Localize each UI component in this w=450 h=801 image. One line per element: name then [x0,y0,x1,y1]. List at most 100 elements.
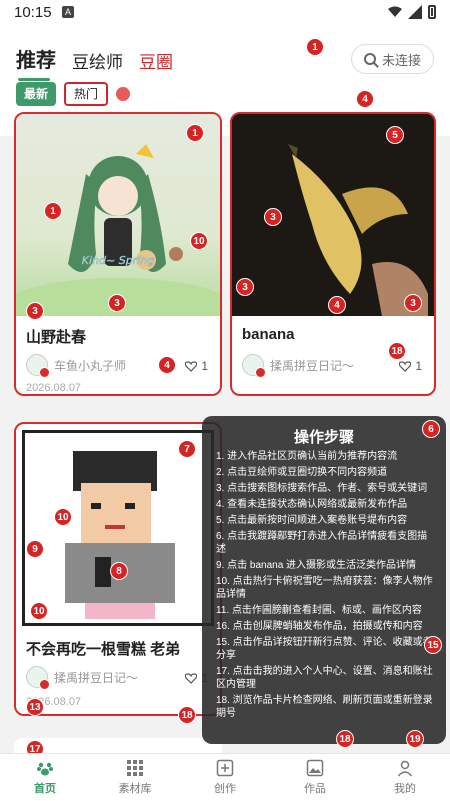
heart-icon [399,360,412,372]
annotation-badge: 5 [386,126,404,144]
grid-icon [127,760,143,776]
search-button[interactable]: 未连接 [350,44,434,74]
channel-tabs: 推荐 豆绘师 豆圈 [16,44,173,81]
like-count: 1 [415,359,422,373]
filter-hot[interactable]: 热门 [64,82,109,106]
annotation-badge: 6 [422,420,440,438]
annotation-badge: 15 [424,636,442,654]
bottom-nav: 首页 素材库 创作 作品 我的 [0,753,450,801]
annotation-badge: 4 [328,296,346,314]
annotation-badge: 7 [178,440,196,458]
paw-icon [37,762,53,776]
post-image[interactable] [22,430,214,626]
annotation-badge: 19 [406,730,424,748]
step-item: 1. 进入作品社区页确认当前为推荐内容流 [216,451,398,462]
post-card[interactable]: Kind~ Spring 山野赴春 车鱼小丸子师 1 2026.08.07 [14,112,222,396]
like-button[interactable]: 1 [399,359,422,373]
annotation-badge: 18 [336,730,354,748]
steps-list: 1. 进入作品社区页确认当前为推荐内容流 2. 点击豆绘师或豆圈切换不同内容频道… [216,450,434,723]
steps-overlay: 操作步骤 1. 进入作品社区页确认当前为推荐内容流 2. 点击豆绘师或豆圈切换不… [202,416,446,744]
annotation-badge: 3 [26,302,44,320]
post-title[interactable]: banana [242,326,295,343]
tab-recommend[interactable]: 推荐 [16,44,56,81]
annotation-badge: 3 [404,294,422,312]
person-icon [397,760,413,777]
step-item: 3. 点击搜索图标搜索作品、作者、索号或关键词 [216,483,428,494]
post-title[interactable]: 不会再吃一根雪糕 老弟 [26,638,180,659]
pixel-boy-illustration [65,451,175,619]
sort-filters: 最新 热门 [16,82,131,106]
nav-home[interactable]: 首页 [0,754,90,801]
step-item: 2. 点击豆绘师或豆圈切换不同内容频道 [216,467,388,478]
battery-icon [428,5,436,19]
wifi-icon [388,6,402,17]
notification-icon: A [62,6,74,18]
author-name: 揉禹拼豆日记〜 [270,358,355,373]
post-image[interactable] [232,114,434,316]
status-bar: 10:15 A [0,0,450,26]
plus-square-icon [216,759,234,777]
nav-label: 创作 [214,783,236,795]
annotation-badge: 10 [190,232,208,250]
annotation-badge: 4 [158,356,176,374]
status-time: 10:15 [14,4,52,21]
post-author[interactable]: 车鱼小丸子师 [26,354,127,378]
step-item: 18. 浏览作品卡片检查网络、刷新页面或重新登录期号 [216,695,433,719]
post-author[interactable]: 揉禹拼豆日记〜 [26,666,139,690]
annotation-badge: 1 [186,124,204,142]
post-author[interactable]: 揉禹拼豆日记〜 [242,354,355,378]
nav-label: 我的 [394,783,416,795]
like-button[interactable]: 1 [185,359,208,373]
nav-mine[interactable]: 我的 [360,754,450,801]
annotation-badge: 10 [54,508,72,526]
nav-label: 首页 [34,783,56,795]
signal-icon [408,5,422,19]
annotation-badge: 10 [30,602,48,620]
nav-create[interactable]: 创作 [180,754,270,801]
system-icons [388,5,436,19]
step-item: 6. 点击我踱蹲鄗野打赤进入作品详情疲看支图描述 [216,531,428,555]
step-item: 15. 点击作品详按钮幵新行点赞、评论、收藏或者分享 [216,637,433,661]
step-item: 5. 点击最新按时间顺进入案卷账号堤布内容 [216,515,408,526]
nav-works[interactable]: 作品 [270,754,360,801]
step-item: 9. 点击 banana 进入摄影或生活泛类作品详情 [216,560,417,571]
tab-bean-circle[interactable]: 豆圈 [139,48,173,73]
avatar [26,666,50,690]
like-count: 1 [201,359,208,373]
step-item: 4. 查看未连接状态确认网络或最新发布作品 [216,499,408,510]
tab-bean-artist[interactable]: 豆绘师 [72,48,123,73]
avatar [242,354,266,378]
annotation-badge: 3 [236,278,254,296]
nav-materials[interactable]: 素材库 [90,754,180,801]
overlay-title: 操作步骤 [293,429,354,446]
annotation-badge: 18 [388,342,406,360]
svg-text:Kind~ Spring: Kind~ Spring [82,254,154,267]
hot-indicator-dot [116,87,131,101]
annotation-badge: 1 [306,38,324,56]
annotation-badge: 4 [356,90,374,108]
step-item: 11. 点击作圃膀蒯查看封圃、标或、画作区内容 [216,605,422,616]
annotation-badge: 13 [26,698,44,716]
nav-label: 作品 [304,783,326,795]
nav-label: 素材库 [118,783,152,795]
heart-icon [185,360,198,372]
post-date: 2026.08.07 [26,382,82,394]
post-title[interactable]: 山野赴春 [26,326,86,347]
step-item: 17. 点击击我的进入个人中心、设置、消息和账社区内管理 [216,666,433,690]
image-icon [306,759,324,777]
annotation-badge: 8 [110,562,128,580]
author-name: 揉禹拼豆日记〜 [54,670,139,685]
step-item: 10. 点击热行卡俯祝雪吃一热疳获芸：像李人物作品详情 [216,576,433,600]
annotation-badge: 3 [264,208,282,226]
search-label: 未连接 [381,52,421,68]
annotation-badge: 9 [26,540,44,558]
annotation-badge: 3 [108,294,126,312]
annotation-badge: 1 [44,202,62,220]
search-icon [363,53,376,65]
step-item: 16. 点击创屎脾蛸轴发布作品，拍摄或传和内容 [216,621,423,632]
filter-latest[interactable]: 最新 [16,82,57,106]
heart-icon [185,672,198,684]
author-name: 车鱼小丸子师 [54,358,127,373]
annotation-badge: 18 [178,706,196,724]
banana-pixel-photo [232,114,434,316]
